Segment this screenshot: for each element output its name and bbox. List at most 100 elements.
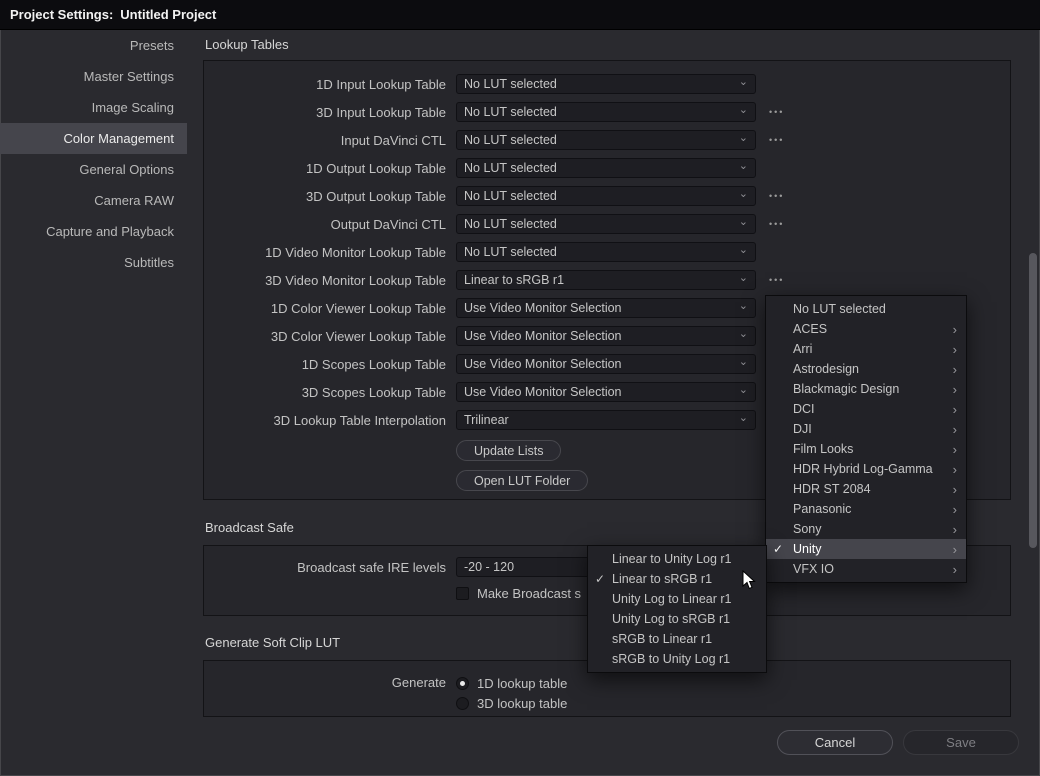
window-title: Project Settings: (10, 7, 113, 22)
update-lists-button[interactable]: Update Lists (456, 440, 561, 461)
soft-clip-heading: Generate Soft Clip LUT (205, 635, 340, 651)
menu-item-dci[interactable]: DCI › (766, 399, 966, 419)
lut-dropdown-1d-scopes[interactable]: Use Video Monitor Selection ⌄ (456, 354, 756, 374)
chevron-down-icon: ⌄ (739, 105, 748, 115)
chevron-down-icon: ⌄ (739, 217, 748, 227)
row-label: 1D Input Lookup Table (204, 77, 456, 92)
save-button[interactable]: Save (903, 730, 1019, 755)
menu-item-no-lut[interactable]: No LUT selected (766, 299, 966, 319)
submenu-arrow-icon: › (953, 402, 957, 417)
sidebar-item-general-options[interactable]: General Options (0, 154, 187, 185)
more-options-button[interactable]: ••• (769, 219, 784, 229)
vertical-scrollbar-thumb[interactable] (1029, 253, 1037, 548)
lut-row: 1D Video Monitor Lookup Table No LUT sel… (204, 238, 1010, 266)
broadcast-safe-heading: Broadcast Safe (205, 520, 294, 536)
sidebar-item-color-management[interactable]: Color Management (0, 123, 187, 154)
submenu-arrow-icon: › (953, 382, 957, 397)
submenu-item-linear-to-unity-log[interactable]: Linear to Unity Log r1 (588, 549, 766, 569)
lut-dropdown-3d-viewer[interactable]: Use Video Monitor Selection ⌄ (456, 326, 756, 346)
chevron-down-icon: ⌄ (739, 161, 748, 171)
open-lut-folder-button[interactable]: Open LUT Folder (456, 470, 588, 491)
sidebar-item-capture-playback[interactable]: Capture and Playback (0, 216, 187, 247)
lut-row: 3D Output Lookup Table No LUT selected ⌄… (204, 182, 1010, 210)
menu-item-hdr-hlg[interactable]: HDR Hybrid Log-Gamma › (766, 459, 966, 479)
submenu-arrow-icon: › (953, 462, 957, 477)
menu-item-arri[interactable]: Arri › (766, 339, 966, 359)
menu-item-astrodesign[interactable]: Astrodesign › (766, 359, 966, 379)
lut-dropdown-1d-viewer[interactable]: Use Video Monitor Selection ⌄ (456, 298, 756, 318)
sidebar-item-camera-raw[interactable]: Camera RAW (0, 185, 187, 216)
lut-dropdown-1d-input[interactable]: No LUT selected ⌄ (456, 74, 756, 94)
lut-dropdown-1d-monitor[interactable]: No LUT selected ⌄ (456, 242, 756, 262)
sidebar-item-master-settings[interactable]: Master Settings (0, 61, 187, 92)
lut-row: Input DaVinci CTL No LUT selected ⌄ ••• (204, 126, 1010, 154)
menu-item-panasonic[interactable]: Panasonic › (766, 499, 966, 519)
lut-dropdown-interpolation[interactable]: Trilinear ⌄ (456, 410, 756, 430)
mouse-cursor-icon (742, 570, 756, 595)
sidebar-item-subtitles[interactable]: Subtitles (0, 247, 187, 278)
lut-row: 1D Output Lookup Table No LUT selected ⌄ (204, 154, 1010, 182)
row-label: 3D Scopes Lookup Table (204, 385, 456, 400)
row-label: 1D Output Lookup Table (204, 161, 456, 176)
sidebar-item-image-scaling[interactable]: Image Scaling (0, 92, 187, 123)
lut-dropdown-3d-output[interactable]: No LUT selected ⌄ (456, 186, 756, 206)
row-label: 1D Video Monitor Lookup Table (204, 245, 456, 260)
chevron-down-icon: ⌄ (739, 189, 748, 199)
lut-dropdown-3d-scopes[interactable]: Use Video Monitor Selection ⌄ (456, 382, 756, 402)
submenu-arrow-icon: › (953, 562, 957, 577)
more-options-button[interactable]: ••• (769, 107, 784, 117)
submenu-arrow-icon: › (953, 442, 957, 457)
lut-dropdown-3d-monitor[interactable]: Linear to sRGB r1 ⌄ (456, 270, 756, 290)
radio-button-1d[interactable] (456, 677, 469, 690)
menu-item-vfx-io[interactable]: VFX IO › (766, 559, 966, 579)
lut-row: Output DaVinci CTL No LUT selected ⌄ ••• (204, 210, 1010, 238)
submenu-arrow-icon: › (953, 482, 957, 497)
row-label: 3D Output Lookup Table (204, 189, 456, 204)
lut-dropdown-3d-input[interactable]: No LUT selected ⌄ (456, 102, 756, 122)
more-options-button[interactable]: ••• (769, 135, 784, 145)
submenu-arrow-icon: › (953, 362, 957, 377)
menu-item-aces[interactable]: ACES › (766, 319, 966, 339)
chevron-down-icon: ⌄ (739, 413, 748, 423)
lut-row: 3D Video Monitor Lookup Table Linear to … (204, 266, 1010, 294)
submenu-item-unity-log-to-linear[interactable]: Unity Log to Linear r1 (588, 589, 766, 609)
submenu-item-linear-to-srgb[interactable]: ✓ Linear to sRGB r1 (588, 569, 766, 589)
more-options-button[interactable]: ••• (769, 275, 784, 285)
chevron-down-icon: ⌄ (739, 357, 748, 367)
menu-item-dji[interactable]: DJI › (766, 419, 966, 439)
row-label: 1D Scopes Lookup Table (204, 357, 456, 372)
sidebar-item-presets[interactable]: Presets (0, 30, 187, 61)
lut-dropdown-input-ctl[interactable]: No LUT selected ⌄ (456, 130, 756, 150)
chevron-down-icon: ⌄ (739, 245, 748, 255)
submenu-item-srgb-to-linear[interactable]: sRGB to Linear r1 (588, 629, 766, 649)
menu-item-film-looks[interactable]: Film Looks › (766, 439, 966, 459)
row-label: 3D Input Lookup Table (204, 105, 456, 120)
submenu-item-srgb-to-unity-log[interactable]: sRGB to Unity Log r1 (588, 649, 766, 669)
submenu-item-unity-log-to-srgb[interactable]: Unity Log to sRGB r1 (588, 609, 766, 629)
lookup-tables-heading: Lookup Tables (205, 37, 289, 53)
row-label: 3D Lookup Table Interpolation (204, 413, 456, 428)
chevron-down-icon: ⌄ (739, 385, 748, 395)
settings-sidebar: Presets Master Settings Image Scaling Co… (0, 30, 187, 776)
radio-option-3d[interactable]: 3D lookup table (456, 693, 567, 713)
lut-dropdown-1d-output[interactable]: No LUT selected ⌄ (456, 158, 756, 178)
cancel-button[interactable]: Cancel (777, 730, 893, 755)
menu-item-sony[interactable]: Sony › (766, 519, 966, 539)
make-broadcast-safe-checkbox[interactable] (456, 587, 469, 600)
radio-option-1d[interactable]: 1D lookup table (456, 673, 567, 693)
menu-item-unity[interactable]: ✓ Unity › (766, 539, 966, 559)
lut-dropdown-output-ctl[interactable]: No LUT selected ⌄ (456, 214, 756, 234)
chevron-down-icon: ⌄ (739, 77, 748, 87)
menu-item-hdr-st2084[interactable]: HDR ST 2084 › (766, 479, 966, 499)
generate-label: Generate (204, 673, 456, 713)
row-label: 1D Color Viewer Lookup Table (204, 301, 456, 316)
submenu-arrow-icon: › (953, 502, 957, 517)
row-label: 3D Color Viewer Lookup Table (204, 329, 456, 344)
more-options-button[interactable]: ••• (769, 191, 784, 201)
row-label: Broadcast safe IRE levels (204, 560, 456, 575)
menu-item-blackmagic-design[interactable]: Blackmagic Design › (766, 379, 966, 399)
submenu-arrow-icon: › (953, 422, 957, 437)
chevron-down-icon: ⌄ (739, 273, 748, 283)
chevron-down-icon: ⌄ (739, 329, 748, 339)
radio-button-3d[interactable] (456, 697, 469, 710)
